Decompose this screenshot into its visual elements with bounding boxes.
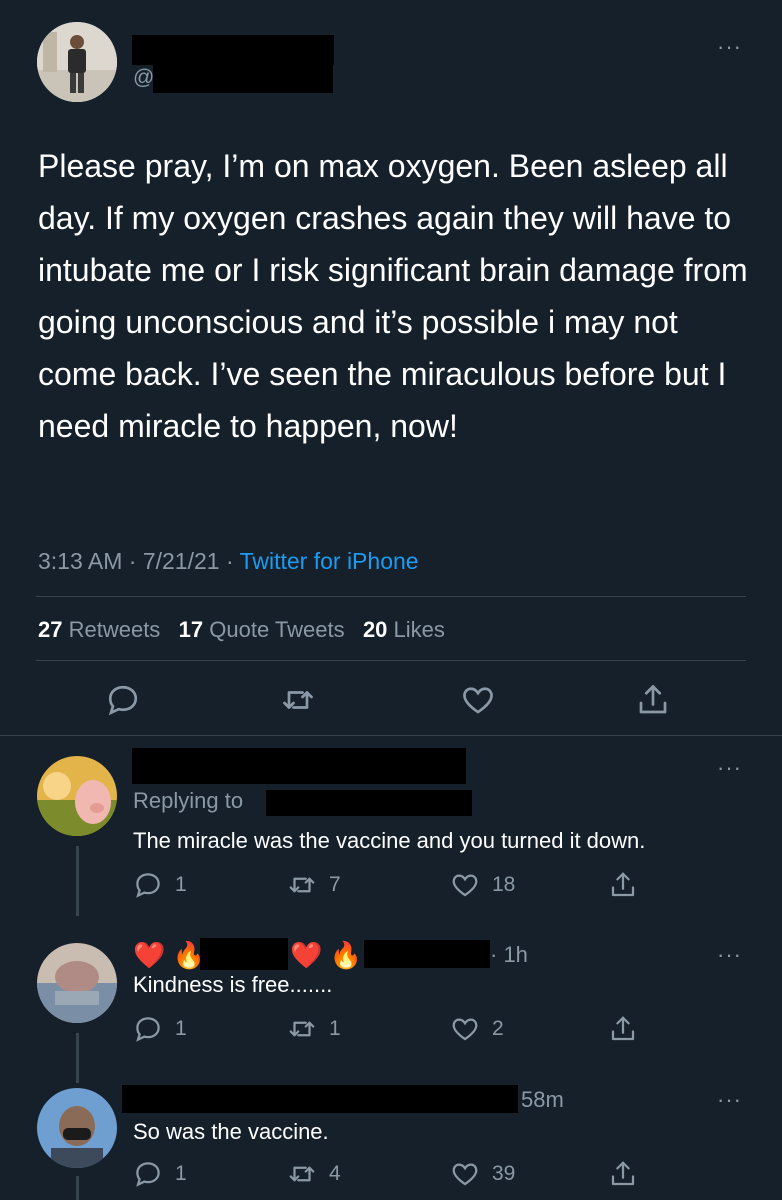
avatar[interactable] xyxy=(37,1088,117,1168)
reply-time[interactable]: · 1h xyxy=(490,942,528,968)
thread-line xyxy=(76,846,79,916)
avatar[interactable] xyxy=(37,22,117,102)
avatar[interactable] xyxy=(37,756,117,836)
share-button[interactable] xyxy=(635,682,671,718)
person-photo-icon xyxy=(37,943,117,1023)
tweet-source[interactable]: Twitter for iPhone xyxy=(240,548,419,574)
retweet-button[interactable]: 7 xyxy=(287,870,341,900)
more-icon[interactable]: ··· xyxy=(717,944,742,966)
reply-icon xyxy=(108,685,138,716)
tweet-meta: 3:13 AM · 7/21/21 · Twitter for iPhone xyxy=(38,548,419,575)
reply-icon xyxy=(136,1162,160,1187)
retweet-icon xyxy=(289,1166,315,1182)
reply-button[interactable]: 1 xyxy=(133,870,187,900)
retweet-icon xyxy=(283,691,313,709)
more-icon[interactable]: ··· xyxy=(717,1089,742,1111)
redacted-display-name xyxy=(200,938,288,970)
redacted-display-name xyxy=(122,1085,518,1113)
heart-icon xyxy=(452,874,478,897)
reply-text: Kindness is free....... xyxy=(133,972,333,997)
reply-button[interactable]: 1 xyxy=(133,1159,187,1189)
reply-button[interactable] xyxy=(105,682,141,718)
tweet-stats: 27 Retweets 17 Quote Tweets 20 Likes xyxy=(38,617,445,643)
handle[interactable]: @ xyxy=(133,66,154,90)
more-icon[interactable]: ··· xyxy=(717,36,742,58)
section-divider xyxy=(0,735,782,736)
share-icon xyxy=(639,685,667,714)
retweet-button[interactable] xyxy=(280,682,316,718)
reply-icon xyxy=(136,873,160,898)
reply-count: 1 xyxy=(175,1162,187,1185)
retweet-count: 7 xyxy=(329,873,341,896)
heart-icon xyxy=(452,1163,478,1186)
name-emoji: ❤️ 🔥 xyxy=(133,940,205,970)
heart-icon xyxy=(463,687,493,714)
reply-time[interactable]: 58m xyxy=(521,1087,564,1113)
divider xyxy=(36,596,746,597)
tweet-text: Please pray, I’m on max oxygen. Been asl… xyxy=(38,148,748,444)
quote-tweets-stat[interactable]: 17 Quote Tweets xyxy=(179,617,345,642)
retweet-icon xyxy=(289,877,315,893)
likes-stat[interactable]: 20 Likes xyxy=(363,617,445,642)
tweet-timestamp[interactable]: 3:13 AM · 7/21/21 · xyxy=(38,548,240,574)
name-emoji: ❤️ 🔥 xyxy=(290,940,362,970)
handle-prefix: @ xyxy=(133,66,155,89)
redacted-replying-handle xyxy=(266,790,472,816)
share-button[interactable] xyxy=(608,870,638,900)
pig-avatar-icon xyxy=(37,756,117,836)
avatar[interactable] xyxy=(37,943,117,1023)
like-button[interactable]: 18 xyxy=(450,870,515,900)
share-icon xyxy=(611,1161,635,1186)
redacted-handle xyxy=(364,940,490,968)
share-icon xyxy=(611,872,635,897)
retweet-button[interactable]: 4 xyxy=(287,1159,341,1189)
replying-to-label: Replying to xyxy=(133,788,244,813)
thread-line xyxy=(76,1176,79,1200)
retweet-count: 4 xyxy=(329,1162,341,1185)
redacted-handle xyxy=(153,63,333,93)
share-button[interactable] xyxy=(608,1014,638,1044)
fire-icon: 🔥 xyxy=(329,940,362,970)
share-icon xyxy=(611,1016,635,1041)
person-photo-icon xyxy=(37,22,117,102)
redacted-display-name xyxy=(132,35,334,65)
reply-count: 1 xyxy=(175,1017,187,1040)
share-button[interactable] xyxy=(608,1159,638,1189)
heart-icon xyxy=(452,1018,478,1041)
like-count: 2 xyxy=(492,1017,504,1040)
like-count: 39 xyxy=(492,1162,516,1185)
reply-icon xyxy=(136,1017,160,1042)
reply-text: So was the vaccine. xyxy=(133,1119,329,1144)
retweet-icon xyxy=(289,1021,315,1037)
like-button[interactable] xyxy=(460,682,496,718)
replying-to: Replying to xyxy=(133,788,243,814)
retweets-stat[interactable]: 27 Retweets xyxy=(38,617,160,642)
retweet-button[interactable]: 1 xyxy=(287,1014,341,1044)
reply-count: 1 xyxy=(175,873,187,896)
redacted-display-name xyxy=(132,748,466,784)
reply-text: The miracle was the vaccine and you turn… xyxy=(133,828,646,853)
like-button[interactable]: 2 xyxy=(450,1014,504,1044)
like-count: 18 xyxy=(492,873,516,896)
retweet-count: 1 xyxy=(329,1017,341,1040)
thread-line xyxy=(76,1033,79,1083)
reply-button[interactable]: 1 xyxy=(133,1014,187,1044)
like-button[interactable]: 39 xyxy=(450,1159,515,1189)
person-photo-icon xyxy=(37,1088,117,1168)
divider xyxy=(36,660,746,661)
more-icon[interactable]: ··· xyxy=(717,757,742,779)
